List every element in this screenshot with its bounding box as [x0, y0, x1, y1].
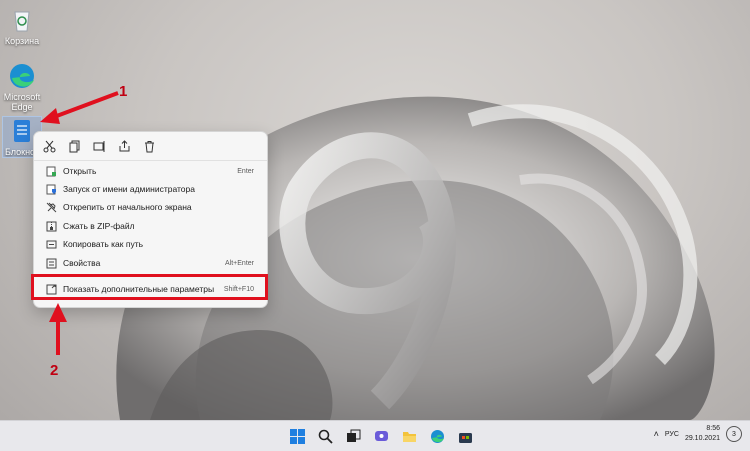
file-explorer-icon[interactable] [399, 426, 419, 446]
task-view-icon[interactable] [343, 426, 363, 446]
clock-time: 8:56 [706, 425, 720, 432]
highlight-box [31, 274, 268, 300]
separator [34, 160, 267, 161]
cut-icon[interactable] [40, 137, 59, 156]
menu-item-label: Копировать как путь [63, 239, 144, 249]
language-indicator[interactable]: РУС [665, 431, 679, 438]
menu-item-label: Свойства [63, 258, 101, 268]
search-icon[interactable] [315, 426, 335, 446]
zip-icon [45, 220, 57, 232]
edge-icon [8, 62, 36, 90]
taskbar-apps [287, 426, 475, 446]
clock[interactable]: 8:56 29.10.2021 [685, 424, 720, 444]
taskbar: ˄ РУС 8:56 29.10.2021 3 [0, 420, 750, 451]
menu-item-run-as-admin[interactable]: Запуск от имени администратора [37, 180, 264, 198]
annotation-number-1: 1 [119, 83, 128, 100]
start-icon[interactable] [287, 426, 307, 446]
notification-badge[interactable]: 3 [726, 426, 742, 442]
menu-item-properties[interactable]: Свойства Alt+Enter [37, 254, 264, 272]
menu-item-label: Сжать в ZIP-файл [63, 221, 135, 231]
share-icon[interactable] [115, 137, 134, 156]
menu-item-label: Открыть [63, 166, 97, 176]
rename-icon[interactable] [90, 137, 109, 156]
clock-date: 29.10.2021 [684, 435, 720, 442]
copy-path-icon [45, 238, 57, 250]
annotation-number-2: 2 [50, 362, 59, 379]
chevron-up-icon[interactable]: ˄ [654, 429, 659, 439]
recycle-bin-icon [8, 6, 36, 34]
menu-item-zip[interactable]: Сжать в ZIP-файл [37, 217, 264, 235]
context-menu-toolbar [40, 137, 159, 161]
menu-item-label: Открепить от начального экрана [63, 202, 192, 212]
unpin-icon [45, 201, 57, 213]
store-icon[interactable] [455, 426, 475, 446]
desktop-icon-edge[interactable]: Microsoft Edge [3, 62, 41, 112]
notepad-icon [8, 117, 36, 145]
menu-item-shortcut: Enter [237, 167, 254, 175]
chat-icon[interactable] [371, 426, 391, 446]
recycle-bin-label: Корзина [4, 36, 40, 46]
system-tray: ˄ РУС 8:56 29.10.2021 3 [654, 424, 742, 444]
delete-icon[interactable] [140, 137, 159, 156]
menu-item-open[interactable]: Открыть Enter [37, 162, 264, 180]
menu-item-unpin[interactable]: Открепить от начального экрана [37, 198, 264, 216]
admin-shield-icon [45, 183, 57, 195]
properties-icon [45, 257, 57, 269]
open-icon [45, 165, 57, 177]
copy-icon[interactable] [65, 137, 84, 156]
menu-item-shortcut: Alt+Enter [225, 259, 254, 267]
edge-label: Microsoft Edge [3, 92, 41, 112]
desktop-icon-recycle-bin[interactable]: Корзина [3, 6, 41, 46]
menu-item-copy-path[interactable]: Копировать как путь [37, 235, 264, 253]
edge-icon[interactable] [427, 426, 447, 446]
menu-item-label: Запуск от имени администратора [63, 184, 195, 194]
